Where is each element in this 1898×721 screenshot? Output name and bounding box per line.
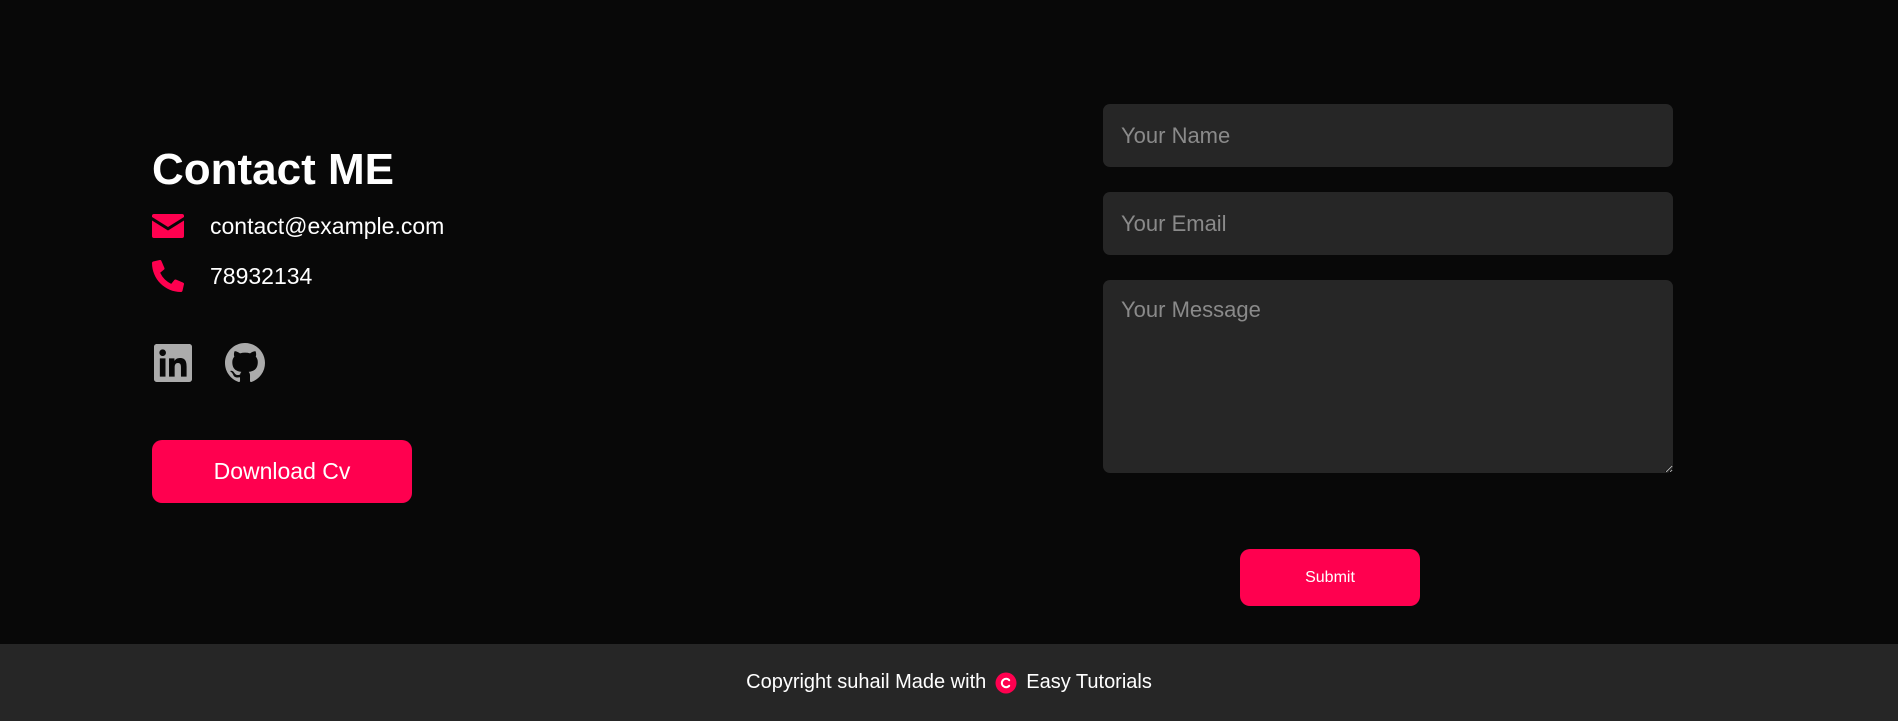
linkedin-icon (154, 343, 192, 387)
email-row: contact@example.com (152, 204, 752, 248)
linkedin-link[interactable] (152, 343, 194, 387)
envelope-icon (152, 208, 188, 244)
name-input[interactable] (1103, 104, 1673, 167)
email-input[interactable] (1103, 192, 1673, 255)
message-textarea[interactable] (1103, 280, 1673, 473)
submit-button[interactable]: Submit (1240, 549, 1420, 606)
github-icon (225, 342, 265, 388)
phone-row: 78932134 (152, 254, 752, 298)
phone-icon (152, 258, 188, 294)
phone-text: 78932134 (210, 262, 313, 289)
copyright-icon (995, 672, 1017, 694)
contact-form (1103, 104, 1673, 473)
page: Contact ME contact@example.com 78932134 (0, 0, 1898, 721)
contact-section: Contact ME contact@example.com 78932134 (0, 0, 1898, 644)
footer-text-before: Copyright suhail Made with (746, 671, 987, 693)
footer-text-after: Easy Tutorials (1026, 671, 1152, 693)
download-cv-button[interactable]: Download Cv (152, 440, 412, 503)
contact-info: Contact ME contact@example.com 78932134 (152, 140, 752, 386)
github-link[interactable] (224, 342, 266, 388)
social-links (152, 342, 752, 388)
footer: Copyright suhail Made with Easy Tutorial… (0, 644, 1898, 721)
email-text: contact@example.com (210, 212, 445, 239)
page-title: Contact ME (152, 145, 394, 194)
